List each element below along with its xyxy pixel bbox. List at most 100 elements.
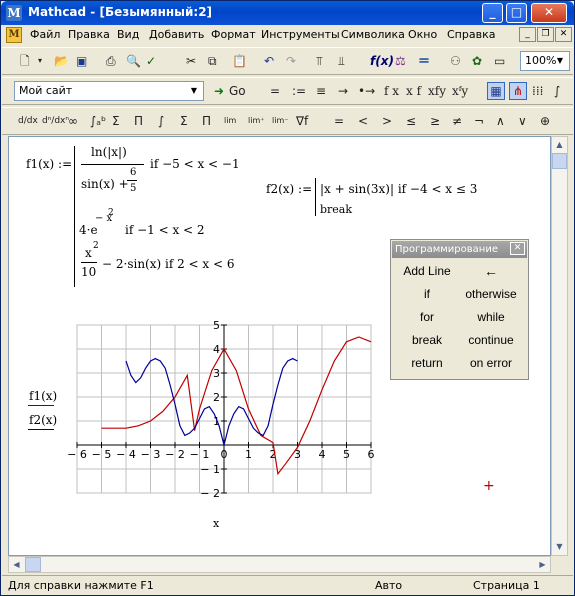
- calculator-toolbar-icon[interactable]: ▦: [487, 82, 505, 100]
- f2-line2[interactable]: break: [320, 203, 352, 216]
- bool-greater-equal-button[interactable]: ≥: [430, 113, 440, 129]
- mdi-restore-button[interactable]: ❐: [537, 27, 554, 42]
- bool-greater-button[interactable]: >: [382, 113, 392, 129]
- graph-toolbar-icon[interactable]: ⋔: [509, 82, 527, 100]
- f1-case2-expression[interactable]: 4·e: [79, 223, 98, 237]
- site-select[interactable]: Мой сайт ▼: [14, 81, 204, 101]
- return-button[interactable]: return: [397, 353, 457, 373]
- f2-definition-lhs[interactable]: f2(x) :=: [266, 182, 312, 196]
- f1-case1-denominator[interactable]: sin(x) +: [81, 177, 129, 191]
- for-button[interactable]: for: [397, 307, 457, 327]
- save-icon[interactable]: ▣: [76, 53, 87, 69]
- menu-window[interactable]: Окно: [408, 28, 437, 41]
- menu-help[interactable]: Справка: [447, 28, 495, 41]
- menu-symbolics[interactable]: Символика: [341, 28, 405, 41]
- mdi-close-button[interactable]: ✕: [555, 27, 572, 42]
- summation-icon[interactable]: Σ: [112, 113, 120, 129]
- f1-case1-condition[interactable]: if −5 < x < −1: [150, 157, 240, 171]
- matrix-toolbar-icon[interactable]: ⁞⁞⁞: [532, 83, 543, 99]
- minimize-button[interactable]: _: [482, 3, 503, 23]
- bool-or-button[interactable]: ∨: [518, 113, 527, 129]
- right-limit-icon[interactable]: lim⁺: [248, 113, 264, 129]
- document-icon[interactable]: M: [6, 27, 22, 43]
- f1-case3-numerator[interactable]: x: [85, 246, 92, 260]
- bool-equal-button[interactable]: =: [334, 113, 344, 129]
- components-icon[interactable]: ✿: [472, 53, 482, 69]
- f1-case3-rest[interactable]: − 2·sin(x) if 2 < x < 6: [102, 257, 235, 271]
- eval-global-button[interactable]: ≡: [316, 83, 326, 99]
- otherwise-button[interactable]: otherwise: [461, 284, 521, 304]
- go-arrow-icon[interactable]: ➜: [214, 83, 224, 99]
- window-icon[interactable]: ▭: [494, 53, 505, 69]
- eval-define-button[interactable]: :=: [292, 83, 306, 99]
- f1-case2-condition[interactable]: if −1 < x < 2: [125, 223, 205, 237]
- new-document-icon[interactable]: 🗋: [20, 53, 30, 69]
- open-folder-icon[interactable]: 📂: [54, 53, 69, 69]
- copy-icon[interactable]: ⧉: [208, 53, 217, 69]
- definite-integral-icon[interactable]: ∫ₐᵇ: [90, 113, 106, 129]
- scroll-left-icon[interactable]: ◀: [9, 557, 24, 572]
- xy-plot[interactable]: − 6− 5− 4− 3− 2− 1 0 1 2 3 4 5 6− 2− 112345: [54, 317, 379, 502]
- bool-xor-button[interactable]: ⊕: [540, 113, 550, 129]
- go-button[interactable]: Go: [229, 83, 246, 99]
- vertical-scrollbar[interactable]: ▲ ▼: [551, 136, 568, 556]
- scroll-right-icon[interactable]: ▶: [535, 557, 550, 572]
- undo-icon[interactable]: ↶: [264, 53, 274, 69]
- cut-icon[interactable]: ✂: [186, 53, 196, 69]
- continue-button[interactable]: continue: [461, 330, 521, 350]
- close-button[interactable]: ✕: [531, 3, 567, 23]
- scroll-up-icon[interactable]: ▲: [552, 137, 567, 152]
- f2-line1[interactable]: |x + sin(3x)| if −4 < x ≤ 3: [320, 182, 477, 196]
- limit-icon[interactable]: lim: [224, 113, 236, 129]
- resources-icon[interactable]: ⚇: [450, 53, 461, 69]
- menu-insert[interactable]: Добавить: [149, 28, 204, 41]
- f1-case3-denominator[interactable]: 10: [81, 265, 96, 279]
- infix-op-button[interactable]: xfy: [428, 83, 446, 99]
- eval-keyword-button[interactable]: •→: [358, 83, 375, 99]
- left-limit-icon[interactable]: lim⁻: [272, 113, 288, 129]
- bool-not-button[interactable]: ¬: [474, 113, 484, 129]
- menu-format[interactable]: Формат: [211, 28, 256, 41]
- plot-y-label-f1[interactable]: f1(x): [29, 389, 57, 403]
- title-bar[interactable]: M Mathcad - [Безымянный:2] _ □ ✕: [1, 1, 574, 25]
- bool-less-button[interactable]: <: [358, 113, 368, 129]
- vector-field-icon[interactable]: ∇f: [296, 113, 308, 129]
- add-line-button[interactable]: Add Line: [397, 261, 457, 281]
- f1-definition-lhs[interactable]: f1(x) :=: [26, 157, 72, 171]
- calculate-icon[interactable]: ＝: [418, 53, 430, 69]
- treefix-op-button[interactable]: xᶠy: [452, 83, 468, 99]
- insert-function-icon[interactable]: f(x): [370, 53, 394, 69]
- align-top-icon[interactable]: ⫪: [316, 53, 323, 69]
- range-sum-icon[interactable]: Σ: [180, 113, 188, 129]
- redo-icon[interactable]: ↷: [286, 53, 296, 69]
- insert-unit-icon[interactable]: ⚖: [395, 53, 406, 69]
- on-error-button[interactable]: on error: [461, 353, 521, 373]
- print-preview-icon[interactable]: 🔍: [126, 53, 141, 69]
- if-button[interactable]: if: [397, 284, 457, 304]
- align-down-icon[interactable]: ⫫: [338, 53, 345, 69]
- menu-view[interactable]: Вид: [117, 28, 139, 41]
- menu-file[interactable]: Файл: [30, 28, 60, 41]
- horizontal-scrollbar[interactable]: ◀ ▶: [8, 556, 551, 573]
- palette-title-bar[interactable]: Программирование: [392, 241, 527, 258]
- bool-and-button[interactable]: ∧: [496, 113, 505, 129]
- eval-symbolic-button[interactable]: →: [338, 83, 348, 99]
- vertical-scroll-thumb[interactable]: [552, 153, 567, 169]
- bool-less-equal-button[interactable]: ≤: [406, 113, 416, 129]
- bool-not-equal-button[interactable]: ≠: [452, 113, 462, 129]
- spell-check-icon[interactable]: ✓: [146, 53, 156, 69]
- zoom-select[interactable]: 100% ▼: [520, 51, 570, 71]
- product-icon[interactable]: Π: [134, 113, 143, 129]
- print-icon[interactable]: ⎙: [106, 53, 116, 69]
- plot-x-label[interactable]: x: [213, 517, 219, 530]
- chevron-down-icon[interactable]: ▾: [38, 53, 42, 69]
- derivative-icon[interactable]: d/dx: [18, 113, 38, 129]
- plot-y-label-f2[interactable]: f2(x): [29, 413, 57, 427]
- while-button[interactable]: while: [461, 307, 521, 327]
- paste-icon[interactable]: 📋: [232, 53, 247, 69]
- palette-close-icon[interactable]: ✕: [510, 242, 525, 255]
- f1-case1-numerator[interactable]: ln(|x|): [91, 145, 127, 159]
- local-assign-button[interactable]: ←: [461, 261, 521, 281]
- scroll-down-icon[interactable]: ▼: [552, 539, 567, 554]
- indefinite-integral-icon[interactable]: ∫: [158, 113, 164, 129]
